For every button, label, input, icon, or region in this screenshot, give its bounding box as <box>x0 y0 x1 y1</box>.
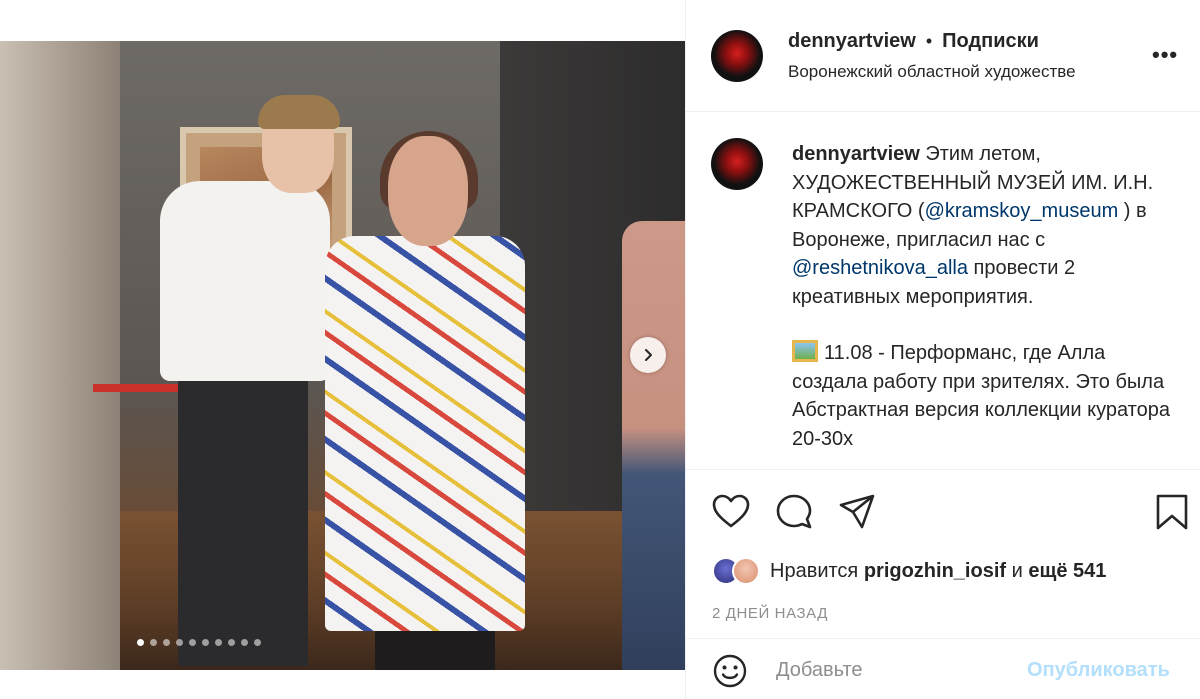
caption-text: 11.08 - Перформанс, где Алла создала раб… <box>792 342 1170 450</box>
man-figure <box>178 366 308 666</box>
post-location[interactable]: Воронежский областной художестве <box>788 62 1138 82</box>
carousel-dot <box>163 639 170 646</box>
barrier-rope <box>93 384 185 392</box>
carousel-dot <box>202 639 209 646</box>
carousel-dot <box>241 639 248 646</box>
carousel-dot <box>176 639 183 646</box>
header-line: dennyartview • Подписки <box>788 30 1039 53</box>
background-person <box>622 221 685 670</box>
more-options-button[interactable]: ••• <box>1152 42 1178 68</box>
post-timestamp[interactable]: 2 ДНЕЙ НАЗАД <box>712 605 828 622</box>
post-caption: dennyartview Этим летом, ХУДОЖЕСТВЕННЫЙ … <box>792 140 1182 453</box>
carousel-dot <box>137 639 144 646</box>
post-actions <box>686 470 1200 550</box>
woman-head <box>388 136 468 246</box>
carousel-dot <box>215 639 222 646</box>
photo-wall <box>0 41 120 670</box>
man-shirt <box>160 181 330 381</box>
liker-username[interactable]: prigozhin_iosif <box>864 560 1006 582</box>
mention-link[interactable]: @kramskoy_museum <box>925 200 1119 222</box>
publish-button[interactable]: Опубликовать <box>1027 659 1170 682</box>
carousel-dots <box>137 639 261 646</box>
caption-username[interactable]: dennyartview <box>792 143 920 165</box>
comment-bar: Опубликовать <box>686 638 1200 699</box>
post-side-panel: dennyartview • Подписки Воронежский обла… <box>685 0 1200 699</box>
heart-icon[interactable] <box>711 492 751 532</box>
likes-text: Нравится prigozhin_iosif и ещё 541 <box>770 560 1106 583</box>
author-username[interactable]: dennyartview <box>788 30 916 53</box>
chevron-right-icon <box>645 349 652 361</box>
mention-link[interactable]: @reshetnikova_alla <box>792 257 968 279</box>
carousel-dot <box>228 639 235 646</box>
author-avatar[interactable] <box>711 30 763 82</box>
likes-conjunction: и <box>1006 559 1029 582</box>
comment-bubble-icon[interactable] <box>774 492 814 532</box>
woman-legs <box>375 626 495 670</box>
next-slide-button[interactable] <box>630 337 666 373</box>
comment-input[interactable] <box>776 655 1016 685</box>
following-button[interactable]: Подписки <box>942 30 1039 53</box>
liker-avatar[interactable] <box>732 557 760 585</box>
likes-prefix: Нравится <box>770 559 864 582</box>
carousel-dot <box>189 639 196 646</box>
carousel-dot <box>150 639 157 646</box>
caption-area: dennyartview Этим летом, ХУДОЖЕСТВЕННЫЙ … <box>686 112 1200 470</box>
framed-picture-emoji-icon <box>792 340 818 362</box>
likes-row: Нравится prigozhin_iosif и ещё 541 <box>712 557 1106 585</box>
post-photo[interactable] <box>0 41 685 670</box>
caption-author-avatar[interactable] <box>711 138 763 190</box>
woman-dress <box>325 236 525 631</box>
man-hair <box>258 95 340 129</box>
post-header: dennyartview • Подписки Воронежский обла… <box>686 0 1200 112</box>
likes-count-link[interactable]: ещё 541 <box>1028 560 1106 582</box>
paper-plane-icon[interactable] <box>837 492 877 532</box>
bookmark-icon[interactable] <box>1152 492 1192 532</box>
media-panel <box>0 0 685 699</box>
header-separator: • <box>925 31 933 51</box>
carousel-dot <box>254 639 261 646</box>
emoji-smiley-icon[interactable] <box>712 653 748 689</box>
